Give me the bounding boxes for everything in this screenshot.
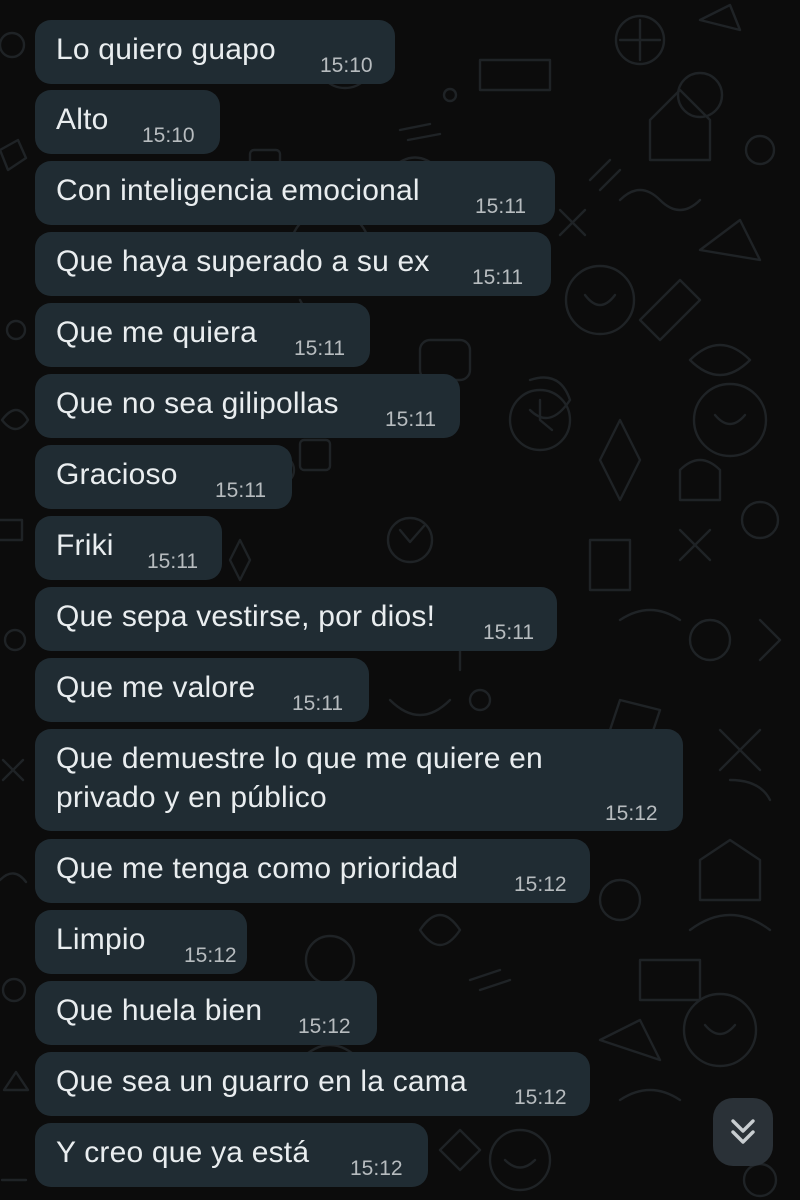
message-text: Que haya superado a su ex	[56, 245, 430, 278]
message-bubble[interactable]: Que sepa vestirse, por dios! 15:11	[35, 587, 557, 651]
message-bubble[interactable]: Que no sea gilipollas 15:11	[35, 374, 460, 438]
message-timestamp: 15:12	[350, 1157, 403, 1180]
message-text: Que me tenga como prioridad	[56, 852, 459, 885]
message-bubble[interactable]: Con inteligencia emocional 15:11	[35, 161, 555, 225]
message-text: Friki	[56, 529, 114, 562]
message-bubble[interactable]: Limpio 15:12	[35, 910, 247, 974]
message-timestamp: 15:11	[294, 337, 345, 360]
message-text: Que me quiera	[56, 316, 258, 349]
message-text: Que huela bien	[56, 994, 263, 1027]
message-timestamp: 15:10	[320, 54, 373, 77]
message-text: Que me valore	[56, 671, 256, 704]
message-text: Alto	[56, 103, 109, 136]
message-text: Con inteligencia emocional	[56, 174, 420, 207]
message-bubble[interactable]: Que me valore 15:11	[35, 658, 369, 722]
message-text: Y creo que ya está	[56, 1136, 310, 1169]
message-bubble[interactable]: Que me quiera 15:11	[35, 303, 370, 367]
double-chevron-down-icon	[731, 1119, 755, 1144]
scroll-to-bottom-button[interactable]	[713, 1098, 773, 1166]
message-text: Gracioso	[56, 458, 178, 491]
message-timestamp: 15:11	[215, 479, 266, 502]
message-bubble[interactable]: Alto 15:10	[35, 90, 220, 154]
message-timestamp: 15:11	[475, 195, 526, 218]
message-timestamp: 15:12	[605, 802, 658, 825]
message-bubble[interactable]: Que haya superado a su ex 15:11	[35, 232, 551, 296]
message-bubble[interactable]: Lo quiero guapo 15:10	[35, 20, 395, 84]
chat-screen: Lo quiero guapo 15:10 Alto 15:10 Con int…	[0, 0, 800, 1200]
message-timestamp: 15:12	[184, 944, 237, 967]
message-timestamp: 15:11	[483, 621, 534, 644]
message-bubble[interactable]: Que huela bien 15:12	[35, 981, 377, 1045]
message-timestamp: 15:11	[292, 692, 343, 715]
message-timestamp: 15:10	[142, 124, 195, 147]
message-text-line-1: Que demuestre lo que me quiere en	[56, 742, 543, 775]
message-bubble[interactable]: Y creo que ya está 15:12	[35, 1123, 428, 1187]
message-text: Lo quiero guapo	[56, 33, 276, 66]
message-text: Que no sea gilipollas	[56, 387, 339, 420]
message-timestamp: 15:12	[298, 1015, 351, 1038]
message-bubble[interactable]: Que sea un guarro en la cama 15:12	[35, 1052, 590, 1116]
message-bubble[interactable]: Que demuestre lo que me quiere en privad…	[35, 729, 683, 831]
message-timestamp: 15:11	[472, 266, 523, 289]
message-list[interactable]: Lo quiero guapo 15:10 Alto 15:10 Con int…	[0, 0, 800, 1200]
message-timestamp: 15:12	[514, 1086, 567, 1109]
message-timestamp: 15:11	[385, 408, 436, 431]
message-timestamp: 15:12	[514, 873, 567, 896]
message-bubble[interactable]: Friki 15:11	[35, 516, 222, 580]
message-text: Que sepa vestirse, por dios!	[56, 600, 436, 633]
message-text-line-2: privado y en público	[56, 781, 327, 814]
message-text: Limpio	[56, 923, 146, 956]
message-bubble[interactable]: Que me tenga como prioridad 15:12	[35, 839, 590, 903]
message-text: Que sea un guarro en la cama	[56, 1065, 467, 1098]
message-bubble[interactable]: Gracioso 15:11	[35, 445, 292, 509]
message-timestamp: 15:11	[147, 550, 198, 573]
